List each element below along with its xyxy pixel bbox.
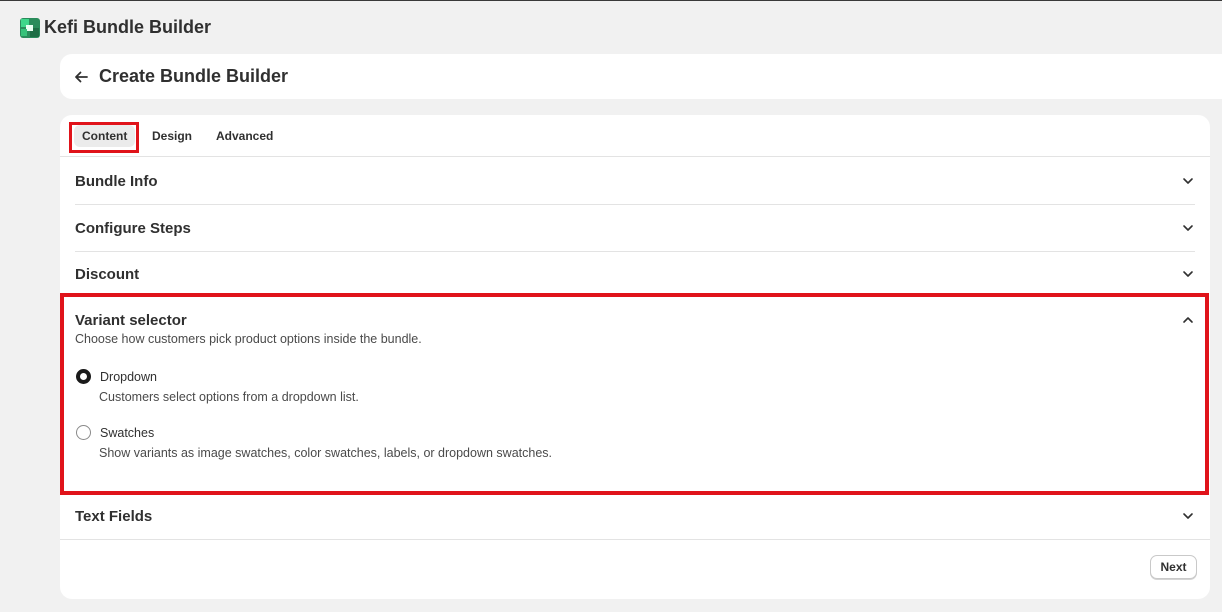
radio-label-swatches: Swatches	[100, 425, 155, 440]
app-header: Kefi Bundle Builder	[0, 1, 1222, 54]
section-configure-steps[interactable]: Configure Steps	[75, 218, 1195, 238]
radio-help-dropdown: Customers select options from a dropdown…	[99, 390, 359, 404]
tab-advanced[interactable]: Advanced	[208, 125, 281, 147]
tab-bar: Content Design Advanced	[60, 115, 1210, 157]
radio-button-unchecked[interactable]	[76, 425, 91, 440]
next-button[interactable]: Next	[1150, 555, 1197, 579]
section-bundle-info[interactable]: Bundle Info	[75, 171, 1195, 191]
bundle-editor-card: Content Design Advanced Bundle Info Conf…	[60, 115, 1210, 599]
section-variant-selector[interactable]: Variant selector	[75, 310, 1195, 330]
section-title-discount: Discount	[75, 265, 140, 283]
divider	[60, 539, 1210, 540]
section-title-text-fields: Text Fields	[75, 507, 153, 525]
tab-content[interactable]: Content	[74, 125, 136, 147]
chevron-down-icon	[1181, 267, 1195, 281]
radio-help-swatches: Show variants as image swatches, color s…	[99, 446, 552, 460]
kefi-logo-icon	[20, 17, 40, 38]
app-title: Kefi Bundle Builder	[44, 17, 212, 37]
chevron-down-icon	[1181, 174, 1195, 188]
radio-option-swatches[interactable]: Swatches	[76, 425, 154, 440]
back-arrow-icon[interactable]	[74, 69, 90, 85]
section-discount[interactable]: Discount	[75, 264, 1195, 284]
section-text-fields[interactable]: Text Fields	[75, 506, 1195, 526]
radio-label-dropdown: Dropdown	[100, 369, 157, 384]
variant-selector-description: Choose how customers pick product option…	[75, 332, 422, 346]
divider	[75, 251, 1195, 252]
page-title-bar: Create Bundle Builder	[60, 54, 1222, 99]
page-title: Create Bundle Builder	[99, 66, 289, 86]
section-title-bundle-info: Bundle Info	[75, 172, 158, 190]
section-title-configure-steps: Configure Steps	[75, 219, 191, 237]
chevron-down-icon	[1181, 509, 1195, 523]
section-title-variant-selector: Variant selector	[75, 311, 187, 329]
radio-option-dropdown[interactable]: Dropdown	[76, 369, 157, 384]
tab-design[interactable]: Design	[144, 125, 200, 147]
divider	[75, 204, 1195, 205]
chevron-down-icon	[1181, 221, 1195, 235]
chevron-up-icon	[1181, 313, 1195, 327]
radio-button-checked[interactable]	[76, 369, 91, 384]
